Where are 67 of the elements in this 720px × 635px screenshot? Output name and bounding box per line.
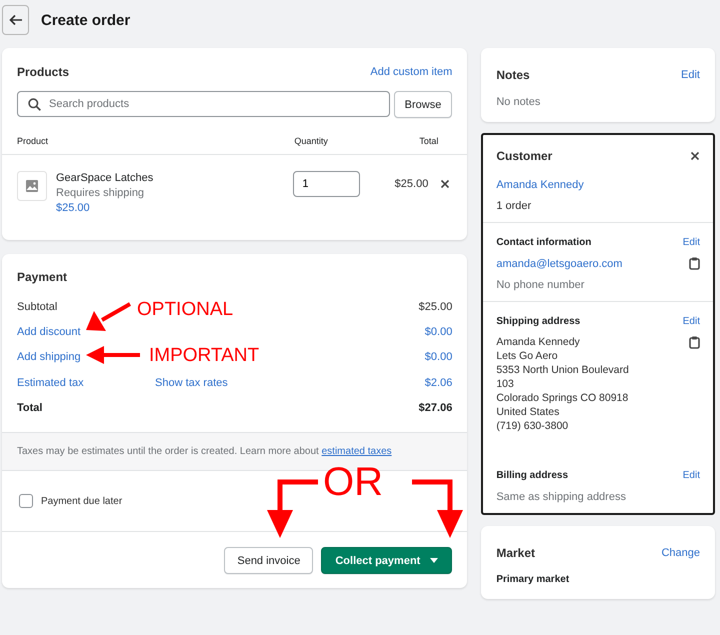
- product-price-link[interactable]: $25.00: [56, 202, 154, 214]
- page-title: Create order: [41, 12, 130, 28]
- payment-link[interactable]: Add discount: [17, 326, 155, 338]
- change-link[interactable]: Change: [661, 547, 700, 559]
- caret-icon: [430, 558, 438, 564]
- section-title: Contact information: [496, 237, 592, 248]
- card-title: Payment: [17, 270, 68, 284]
- card-title: Notes: [496, 68, 530, 82]
- product-note: Requires shipping: [56, 187, 146, 199]
- tax-notice: Taxes may be estimates until the order is created. Learn more about estimated taxes: [17, 446, 393, 458]
- annotation-text: IMPORTANT: [149, 345, 260, 367]
- address-line: 5353 North Union Boulevard: [496, 364, 629, 376]
- order-count: 1 order: [496, 200, 532, 212]
- address-line: (719) 630-3800: [496, 420, 570, 432]
- column-header: Product: [17, 136, 50, 146]
- remove-icon[interactable]: [440, 179, 450, 189]
- edit-link[interactable]: Edit: [682, 316, 700, 327]
- collect-payment-button[interactable]: Collect payment: [321, 547, 452, 574]
- add-custom-item-link[interactable]: Add custom item: [370, 66, 452, 78]
- quantity-field[interactable]: 1: [293, 171, 360, 197]
- payment-due-checkbox[interactable]: [19, 494, 33, 508]
- close-icon[interactable]: [690, 151, 700, 161]
- notes-text: No notes: [496, 96, 542, 108]
- browse-button[interactable]: Browse: [394, 91, 452, 118]
- customer-name-link[interactable]: Amanda Kennedy: [496, 179, 700, 191]
- edit-link[interactable]: Edit: [682, 470, 700, 481]
- arrow: [86, 302, 132, 332]
- address-line: Colorado Springs CO 80918: [496, 392, 629, 404]
- edit-link[interactable]: Edit: [682, 237, 700, 248]
- payment-amount: $2.06: [424, 376, 452, 389]
- card-title: Market: [496, 546, 536, 560]
- address-line: United States: [496, 406, 560, 418]
- back-button[interactable]: [2, 5, 29, 35]
- search-field[interactable]: Search products: [17, 91, 390, 117]
- address-line: Amanda Kennedy: [496, 336, 581, 348]
- line-total: $25.00: [394, 178, 428, 190]
- clipboard-icon[interactable]: [689, 257, 700, 270]
- edit-link[interactable]: Edit: [681, 69, 700, 81]
- image-placeholder-icon: [17, 171, 47, 201]
- send-invoice-button[interactable]: Send invoice: [224, 547, 314, 574]
- email-link[interactable]: amanda@letsgoaero.com: [496, 258, 622, 270]
- total-label: Total: [17, 402, 44, 414]
- payment-link[interactable]: Estimated tax: [17, 376, 155, 389]
- phone-text: No phone number: [496, 279, 586, 291]
- checkbox-label: Payment due later: [41, 496, 122, 507]
- card-title: Customer: [496, 149, 552, 163]
- total-amount: $27.06: [418, 402, 452, 414]
- card-title: Products: [17, 65, 70, 79]
- clipboard-icon[interactable]: [689, 336, 700, 349]
- payment-amount: $0.00: [424, 351, 452, 364]
- search-icon: [28, 98, 41, 111]
- section-title: Shipping address: [496, 316, 580, 327]
- address-line: 103: [496, 378, 515, 390]
- arrow-left-icon: [8, 14, 22, 26]
- annotation-text: OR: [323, 460, 383, 505]
- payment-amount: $25.00: [418, 300, 452, 313]
- product-name: GearSpace Latches: [56, 172, 154, 184]
- address-line: Lets Go Aero: [496, 350, 559, 362]
- market-label: Primary market: [496, 574, 570, 585]
- estimated-taxes-link[interactable]: estimated taxes: [322, 446, 392, 458]
- section-title: Billing address: [496, 470, 568, 481]
- billing-text: Same as shipping address: [496, 491, 627, 503]
- payment-amount: $0.00: [424, 326, 452, 338]
- column-header: Quantity: [294, 136, 329, 146]
- annotation-text: OPTIONAL: [137, 299, 234, 321]
- tax-rates-link[interactable]: Show tax rates: [155, 376, 228, 389]
- column-header: Total: [418, 136, 440, 146]
